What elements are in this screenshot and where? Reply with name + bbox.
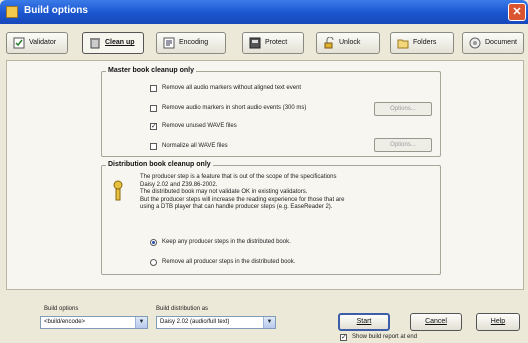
validator-icon bbox=[13, 37, 25, 49]
chevron-down-icon[interactable]: ▼ bbox=[263, 317, 275, 328]
build-distribution-label: Build distribution as bbox=[156, 306, 209, 312]
tab-validator[interactable]: Validator bbox=[6, 32, 68, 54]
tab-document[interactable]: Document bbox=[462, 32, 524, 54]
short-markers-options-button[interactable]: Options... bbox=[374, 102, 432, 116]
tab-label: Document bbox=[485, 39, 517, 46]
encoding-icon bbox=[163, 37, 175, 49]
tab-label: Protect bbox=[265, 39, 288, 46]
tab-unlock[interactable]: Unlock bbox=[316, 32, 380, 54]
tab-label: Clean up bbox=[105, 39, 135, 46]
document-icon bbox=[469, 37, 481, 49]
tab-encoding[interactable]: Encoding bbox=[156, 32, 226, 54]
producer-steps-description: The producer step is a feature that is o… bbox=[140, 174, 460, 212]
group-title: Distribution book cleanup only bbox=[106, 161, 213, 168]
group-title: Master book cleanup only bbox=[106, 67, 196, 74]
cancel-button[interactable]: Cancel bbox=[410, 313, 462, 331]
build-distribution-select[interactable]: Daisy 2.02 (audio/full text) ▼ bbox=[156, 316, 276, 329]
clean-up-panel: Master book cleanup only Remove all audi… bbox=[6, 60, 524, 290]
start-button[interactable]: Start bbox=[338, 313, 390, 331]
option-label: Remove unused WAVE files bbox=[162, 123, 237, 129]
tab-label: Folders bbox=[413, 39, 437, 46]
checkbox[interactable]: ✓ bbox=[340, 334, 347, 341]
description-line: The distributed book may not validate OK… bbox=[140, 189, 308, 195]
checkbox[interactable] bbox=[150, 105, 157, 112]
checkbox-label: Show build report at end bbox=[352, 334, 418, 340]
tab-clean-up[interactable]: Clean up bbox=[82, 32, 144, 54]
tab-folders[interactable]: Folders bbox=[390, 32, 454, 54]
description-line: using a DTB player that can handle produ… bbox=[140, 204, 333, 210]
radio-label: Remove all producer steps in the distrib… bbox=[162, 259, 296, 265]
unlock-icon bbox=[324, 37, 334, 49]
distribution-book-group: Distribution book cleanup only The produ… bbox=[101, 161, 441, 275]
warning-icon bbox=[113, 180, 123, 201]
checkbox[interactable] bbox=[150, 85, 157, 92]
title-bar: Build options ✕ bbox=[0, 0, 528, 24]
tab-protect[interactable]: Protect bbox=[242, 32, 304, 54]
build-options-label: Build options bbox=[44, 306, 79, 312]
close-button[interactable]: ✕ bbox=[508, 3, 526, 21]
folders-icon bbox=[397, 39, 409, 49]
master-book-group: Master book cleanup only Remove all audi… bbox=[101, 67, 441, 157]
option-label: Remove audio markers in short audio even… bbox=[162, 105, 307, 111]
tab-label: Validator bbox=[29, 39, 57, 46]
protect-icon bbox=[249, 37, 261, 49]
radio-button[interactable] bbox=[150, 259, 157, 266]
checkbox[interactable] bbox=[150, 143, 157, 150]
description-line: Daisy 2.02 and Z39.86-2002. bbox=[140, 181, 218, 188]
checkbox[interactable]: ✓ bbox=[150, 123, 157, 130]
option-label: Normalize all WAVE files bbox=[162, 143, 228, 149]
build-options-select[interactable]: <build/encode> ▼ bbox=[40, 316, 148, 329]
normalize-options-button[interactable]: Options... bbox=[374, 138, 432, 152]
option-label: Remove all audio markers without aligned… bbox=[162, 85, 302, 91]
clean-up-icon bbox=[90, 38, 100, 49]
select-value: <build/encode> bbox=[44, 319, 86, 325]
help-button[interactable]: Help bbox=[476, 313, 520, 331]
tab-label: Encoding bbox=[179, 39, 209, 46]
select-value: Daisy 2.02 (audio/full text) bbox=[160, 319, 230, 325]
radio-button[interactable] bbox=[150, 239, 157, 246]
description-line: But the producer steps will increase the… bbox=[140, 196, 345, 203]
radio-label: Keep any producer steps in the distribut… bbox=[162, 239, 291, 245]
window-title: Build options bbox=[24, 5, 88, 16]
chevron-down-icon[interactable]: ▼ bbox=[135, 317, 147, 328]
tab-label: Unlock bbox=[339, 39, 361, 46]
tab-bar: Validator Clean up Encoding Protect Unlo… bbox=[6, 32, 524, 56]
description-line: The producer step is a feature that is o… bbox=[140, 174, 337, 180]
app-icon bbox=[6, 6, 18, 18]
